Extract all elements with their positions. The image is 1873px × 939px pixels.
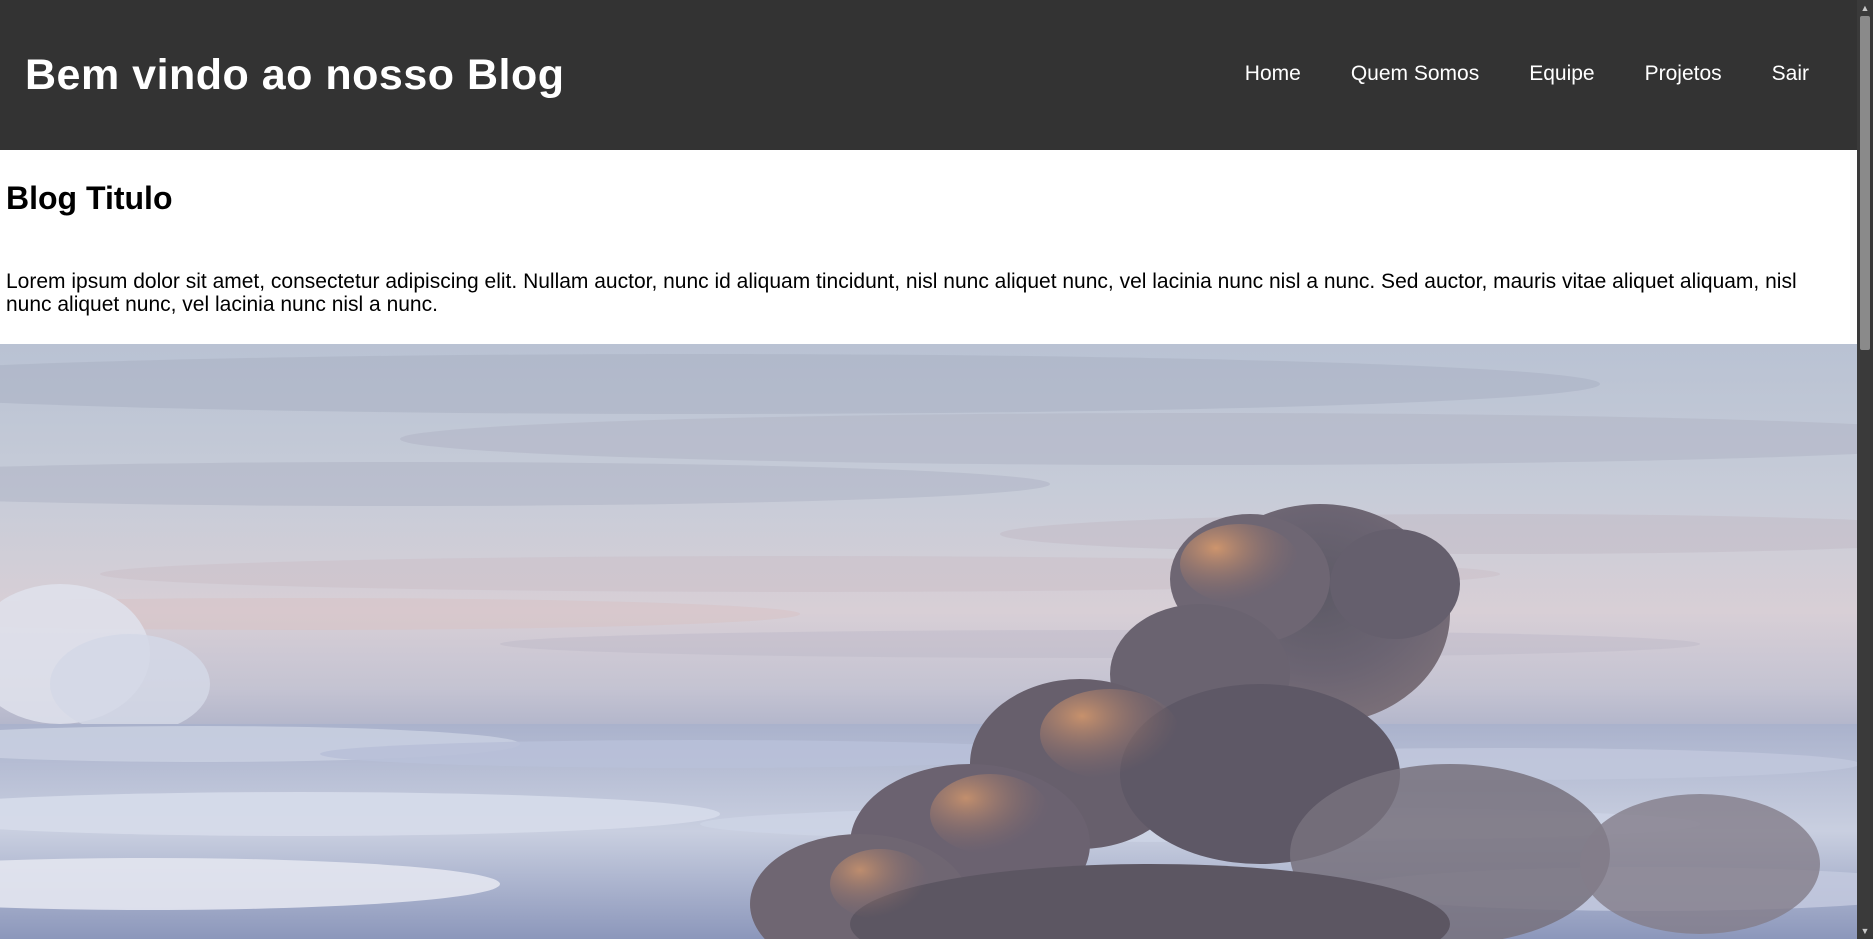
page-content: Bem vindo ao nosso Blog Home Quem Somos … bbox=[0, 0, 1857, 939]
article-title: Blog Titulo bbox=[6, 180, 173, 216]
volcano-eruption-photo bbox=[0, 344, 1857, 939]
browser-page: Bem vindo ao nosso Blog Home Quem Somos … bbox=[0, 0, 1873, 939]
hero-image bbox=[0, 344, 1857, 939]
nav-link-quem-somos[interactable]: Quem Somos bbox=[1351, 61, 1479, 87]
site-title: Bem vindo ao nosso Blog bbox=[25, 51, 565, 99]
nav-link-projetos[interactable]: Projetos bbox=[1645, 61, 1722, 87]
chevron-up-icon[interactable]: ▲ bbox=[1857, 0, 1873, 16]
site-header: Bem vindo ao nosso Blog Home Quem Somos … bbox=[0, 0, 1857, 150]
article-body: Lorem ipsum dolor sit amet, consectetur … bbox=[6, 270, 1797, 316]
nav-link-sair[interactable]: Sair bbox=[1772, 61, 1809, 87]
scrollbar-thumb[interactable] bbox=[1860, 16, 1870, 350]
chevron-down-icon[interactable]: ▼ bbox=[1857, 923, 1873, 939]
nav-link-equipe[interactable]: Equipe bbox=[1529, 61, 1594, 87]
vertical-scrollbar[interactable]: ▲ ▼ bbox=[1857, 0, 1873, 939]
nav-link-home[interactable]: Home bbox=[1245, 61, 1301, 87]
main-nav: Home Quem Somos Equipe Projetos Sair bbox=[1195, 61, 1809, 87]
